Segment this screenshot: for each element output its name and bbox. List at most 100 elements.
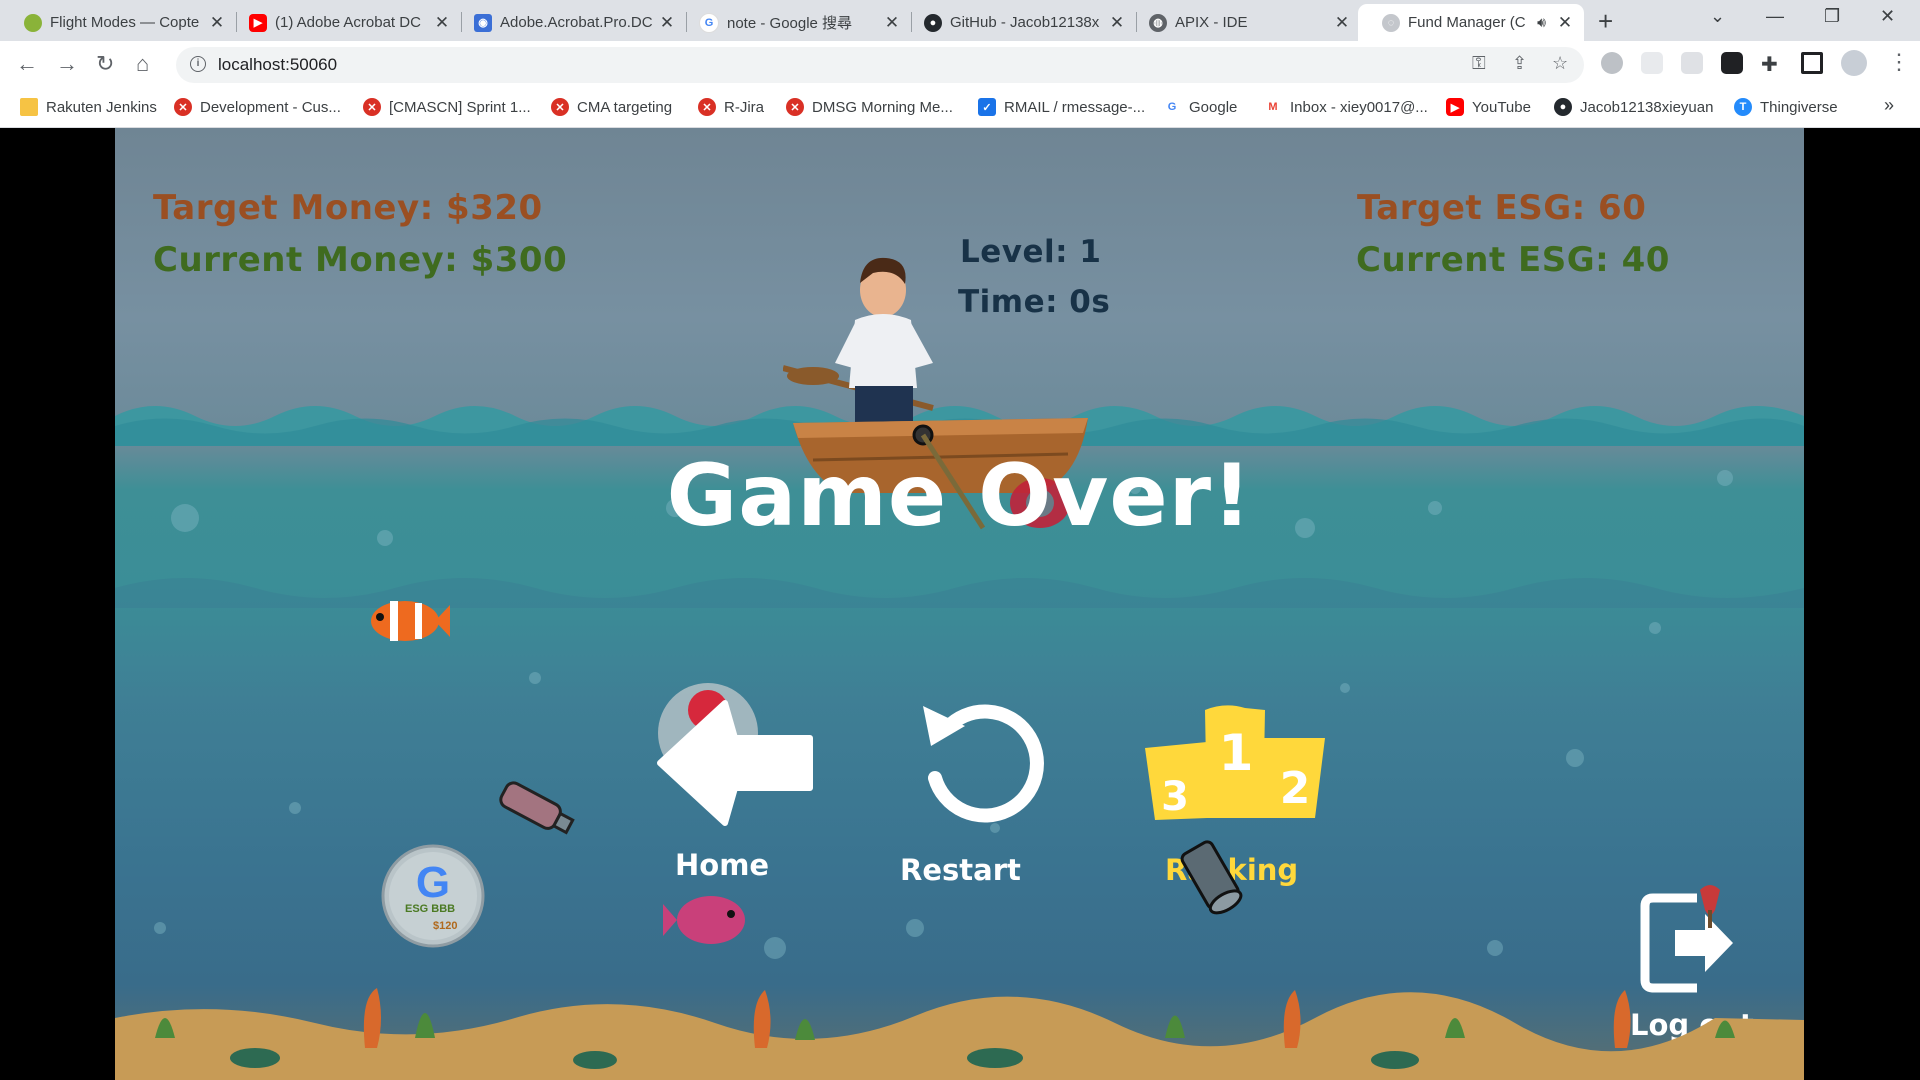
youtube-icon: ▶ bbox=[1446, 98, 1464, 116]
jira-x-icon: ✕ bbox=[698, 98, 716, 116]
extension-react-icon[interactable] bbox=[1681, 52, 1703, 74]
close-tab-icon[interactable]: ✕ bbox=[883, 13, 901, 33]
svg-text:G: G bbox=[416, 858, 450, 907]
game-canvas: Target Money: $320 Current Money: $300 T… bbox=[115, 128, 1804, 1080]
bookmark-star-icon[interactable]: ☆ bbox=[1552, 53, 1568, 74]
address-bar[interactable]: i localhost:50060 ⚿ ⇪ ☆ bbox=[176, 47, 1584, 83]
bookmark-cmascn-sprint[interactable]: ✕ [CMASCN] Sprint 1... bbox=[363, 98, 531, 116]
bookmark-google[interactable]: G Google bbox=[1163, 98, 1237, 116]
back-arrow-icon bbox=[657, 700, 813, 826]
more-bookmarks-button[interactable]: » bbox=[1884, 95, 1894, 116]
browser-toolbar: ← → ↻ ⌂ i localhost:50060 ⚿ ⇪ ☆ ✚ ⋮ bbox=[0, 41, 1920, 90]
extension-tampermonkey-icon[interactable] bbox=[1721, 52, 1743, 74]
restart-button[interactable]: Restart bbox=[900, 698, 1055, 918]
seabed-decoration bbox=[115, 988, 1804, 1080]
restart-label: Restart bbox=[900, 853, 1021, 887]
reload-icon[interactable]: ↻ bbox=[96, 51, 114, 77]
bookmark-label: RMAIL / rmessage-... bbox=[1004, 98, 1146, 116]
current-esg-text: Current ESG: 40 bbox=[1356, 240, 1670, 280]
bookmark-youtube[interactable]: ▶ YouTube bbox=[1446, 98, 1531, 116]
plastic-bottle-icon bbox=[499, 781, 575, 835]
close-tab-icon[interactable]: ✕ bbox=[1333, 13, 1351, 33]
bookmarks-bar: Rakuten Jenkins ✕ Development - Cus... ✕… bbox=[0, 90, 1920, 128]
bookmark-inbox[interactable]: M Inbox - xiey0017@... bbox=[1264, 98, 1428, 116]
tab-strip: Flight Modes — Copte ✕ ▶ (1) Adobe Acrob… bbox=[0, 0, 1920, 41]
side-panel-icon[interactable] bbox=[1801, 52, 1823, 74]
home-label: Home bbox=[675, 848, 770, 882]
game-over-title: Game Over! bbox=[666, 446, 1253, 546]
current-money-text: Current Money: $300 bbox=[153, 240, 568, 280]
extensions-puzzle-icon[interactable]: ✚ bbox=[1761, 52, 1783, 76]
flight-modes-favicon bbox=[24, 13, 42, 32]
share-icon[interactable]: ⇪ bbox=[1512, 53, 1527, 74]
github-favicon: ● bbox=[924, 13, 942, 32]
bookmark-cma-targeting[interactable]: ✕ CMA targeting bbox=[551, 98, 672, 116]
apple-core-icon bbox=[1700, 885, 1720, 928]
bookmark-rakuten-jenkins[interactable]: Rakuten Jenkins bbox=[20, 98, 157, 116]
tab-title: (1) Adobe Acrobat DC bbox=[275, 14, 421, 31]
tab-apix-ide[interactable]: ◍ APIX - IDE ✕ bbox=[1125, 4, 1361, 41]
jira-x-icon: ✕ bbox=[786, 98, 804, 116]
close-tab-icon[interactable]: ✕ bbox=[658, 13, 676, 33]
youtube-favicon: ▶ bbox=[249, 13, 267, 32]
bookmark-r-jira[interactable]: ✕ R-Jira bbox=[698, 98, 764, 116]
tab-flight-modes[interactable]: Flight Modes — Copte ✕ bbox=[0, 4, 236, 41]
close-window-button[interactable]: ✕ bbox=[1880, 6, 1895, 27]
bookmark-thingiverse[interactable]: T Thingiverse bbox=[1734, 98, 1838, 116]
podium-first: 1 bbox=[1219, 724, 1254, 782]
minimize-button[interactable]: — bbox=[1766, 6, 1784, 27]
bookmark-label: Google bbox=[1189, 98, 1238, 116]
google-icon: G bbox=[1163, 98, 1181, 116]
bookmark-label: [CMASCN] Sprint 1... bbox=[389, 98, 531, 116]
bookmark-label: Thingiverse bbox=[1760, 98, 1838, 116]
tab-title: Flight Modes — Copte bbox=[50, 14, 200, 31]
key-icon[interactable]: ⚿ bbox=[1472, 53, 1486, 74]
tab-search-icon[interactable]: ⌄ bbox=[1710, 6, 1725, 27]
tab-adobe-acrobat[interactable]: ◉ Adobe.Acrobat.Pro.DC ✕ bbox=[450, 4, 686, 41]
tab-github[interactable]: ● GitHub - Jacob12138x ✕ bbox=[900, 4, 1136, 41]
restore-button[interactable]: ❐ bbox=[1824, 6, 1840, 27]
tab-google-note[interactable]: G note - Google 搜尋 ✕ bbox=[675, 4, 911, 41]
site-info-icon[interactable]: i bbox=[190, 56, 206, 72]
globe-favicon: ◍ bbox=[1149, 13, 1167, 32]
tin-can-icon bbox=[1180, 840, 1243, 915]
google-esg-coin: G bbox=[381, 844, 485, 948]
home-button[interactable]: Home bbox=[655, 698, 815, 918]
close-tab-icon[interactable]: ✕ bbox=[1108, 13, 1126, 33]
clownfish-icon bbox=[371, 601, 450, 641]
podium-third: 3 bbox=[1161, 774, 1189, 820]
new-tab-button[interactable]: + bbox=[1598, 6, 1613, 37]
fund-manager-favicon: ◌ bbox=[1382, 13, 1400, 32]
bookmark-label: R-Jira bbox=[724, 98, 764, 116]
forward-icon[interactable]: → bbox=[56, 51, 78, 77]
back-icon[interactable]: ← bbox=[16, 51, 38, 77]
bookmark-dmsg-morning[interactable]: ✕ DMSG Morning Me... bbox=[786, 98, 953, 116]
close-tab-icon[interactable]: ✕ bbox=[208, 13, 226, 33]
pink-fish-icon bbox=[663, 896, 745, 944]
bookmark-development[interactable]: ✕ Development - Cus... bbox=[174, 98, 341, 116]
bookmark-label: CMA targeting bbox=[577, 98, 673, 116]
url-text[interactable]: localhost:50060 bbox=[218, 55, 337, 75]
speaker-icon[interactable]: 🔊︎ bbox=[1537, 14, 1546, 31]
thingiverse-icon: T bbox=[1734, 98, 1752, 116]
home-icon[interactable]: ⌂ bbox=[136, 51, 149, 77]
podium-icon: 1 2 3 bbox=[1145, 705, 1325, 820]
extension-dots-icon[interactable] bbox=[1641, 52, 1663, 74]
folder-icon bbox=[20, 98, 38, 116]
profile-avatar[interactable] bbox=[1841, 50, 1867, 76]
gmail-icon: M bbox=[1264, 98, 1282, 116]
menu-icon[interactable]: ⋮ bbox=[1888, 49, 1910, 75]
extension-globe-icon[interactable] bbox=[1601, 52, 1623, 74]
bookmark-label: Development - Cus... bbox=[200, 98, 341, 116]
bookmark-label: Jacob12138xieyuan bbox=[1580, 98, 1714, 116]
podium-second: 2 bbox=[1280, 763, 1311, 814]
tab-title: APIX - IDE bbox=[1175, 14, 1248, 31]
close-tab-icon[interactable]: ✕ bbox=[433, 13, 451, 33]
close-tab-icon[interactable]: ✕ bbox=[1556, 13, 1574, 33]
tab-title: Adobe.Acrobat.Pro.DC bbox=[500, 14, 653, 31]
bookmark-rmail[interactable]: ✓ RMAIL / rmessage-... bbox=[978, 98, 1145, 116]
bookmark-label: Inbox - xiey0017@... bbox=[1290, 98, 1428, 116]
tab-adobe-youtube[interactable]: ▶ (1) Adobe Acrobat DC ✕ bbox=[225, 4, 461, 41]
bookmark-github-jacob[interactable]: ● Jacob12138xieyuan bbox=[1554, 98, 1713, 116]
tab-fund-manager[interactable]: ◌ Fund Manager (C 🔊︎ ✕ bbox=[1358, 4, 1584, 41]
